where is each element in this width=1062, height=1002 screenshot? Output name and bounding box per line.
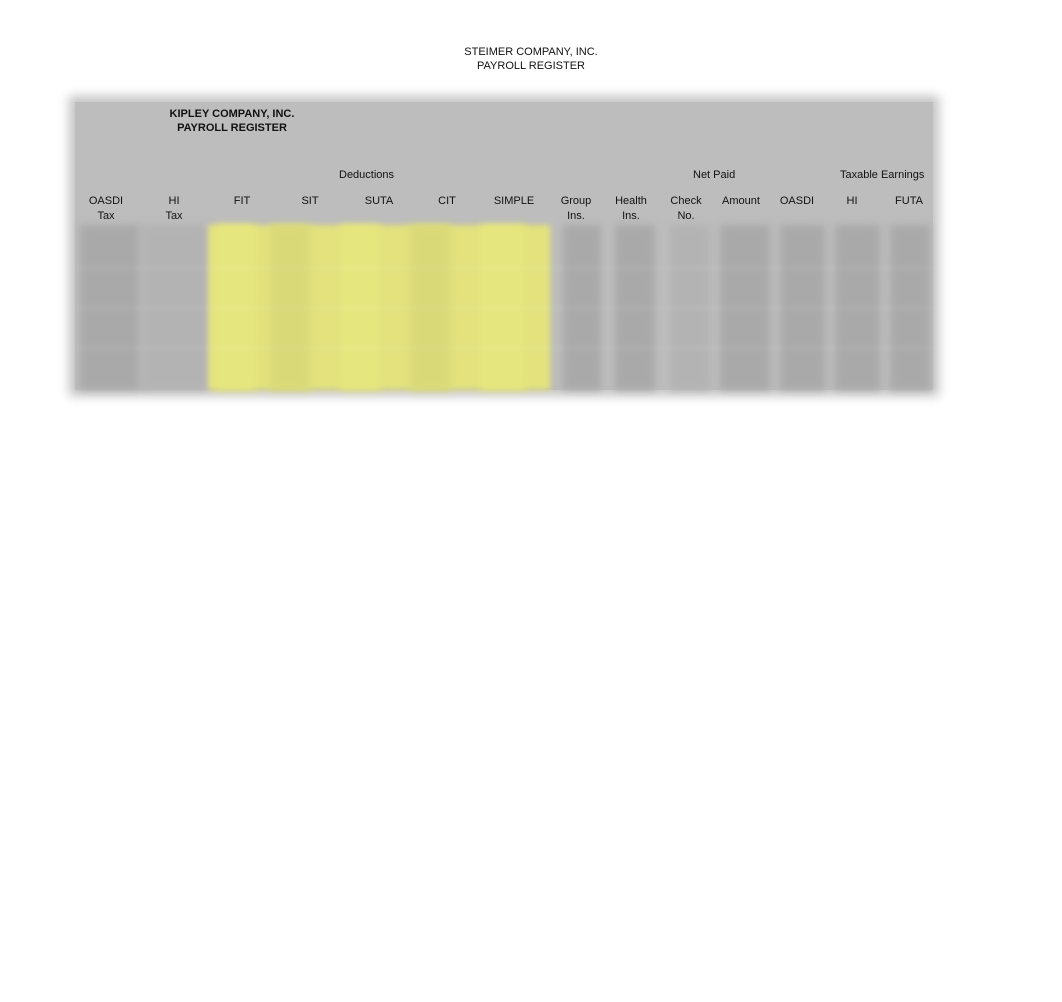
column-header-line1: Health [615,195,647,207]
column-header-line2: Tax [165,210,183,222]
column-header-line1: Amount [722,195,760,207]
column-header-fit: FIT [212,194,272,209]
column-header-group-ins: Group Ins. [546,194,606,224]
table-body [75,225,933,390]
column-header-line1: HI [168,195,180,207]
column-header-taxable-hi: HI [822,194,882,209]
column-header-line2: Tax [97,210,115,222]
column-header-line1: SIT [301,195,319,207]
group-label-net-paid: Net Paid [693,169,736,181]
column-header-line1: Group [560,195,592,207]
payroll-register-sheet: KIPLEY COMPANY, INC. PAYROLL REGISTER De… [75,102,933,390]
column-header-line2: No. [677,210,695,222]
column-header-line1: FIT [233,195,251,207]
column-header-line1: HI [846,195,858,207]
column-header-check-no: Check No. [656,194,716,224]
column-header-line1: Check [670,195,702,207]
column-header-line1: SUTA [364,195,394,207]
column-header-futa: FUTA [879,194,939,209]
column-header-oasdi-tax: OASDI Tax [76,194,136,224]
group-label-taxable-earnings: Taxable Earnings [840,169,925,181]
sheet-report-title: PAYROLL REGISTER [177,122,287,134]
column-header-line1: OASDI [88,195,124,207]
report-company-title: STEIMER COMPANY, INC. [464,46,598,58]
column-header-line1: CIT [438,195,456,207]
group-label-deductions: Deductions [339,169,395,181]
column-header-hi-tax: HI Tax [144,194,204,224]
column-header-line1: OASDI [779,195,815,207]
row-divider [75,305,933,311]
column-header-health-ins: Health Ins. [601,194,661,224]
column-header-sit: SIT [280,194,340,209]
column-header-line2: Ins. [567,210,585,222]
column-header-taxable-oasdi: OASDI [767,194,827,209]
report-title: PAYROLL REGISTER [477,60,585,72]
row-divider [75,265,933,271]
column-header-cit: CIT [417,194,477,209]
column-header-line1: SIMPLE [493,195,535,207]
column-header-simple: SIMPLE [484,194,544,209]
column-header-line1: FUTA [895,195,923,207]
column-header-line2: Ins. [622,210,640,222]
column-header-amount: Amount [711,194,771,209]
column-header-suta: SUTA [349,194,409,209]
row-divider [75,345,933,351]
sheet-company-title: KIPLEY COMPANY, INC. [169,108,295,120]
